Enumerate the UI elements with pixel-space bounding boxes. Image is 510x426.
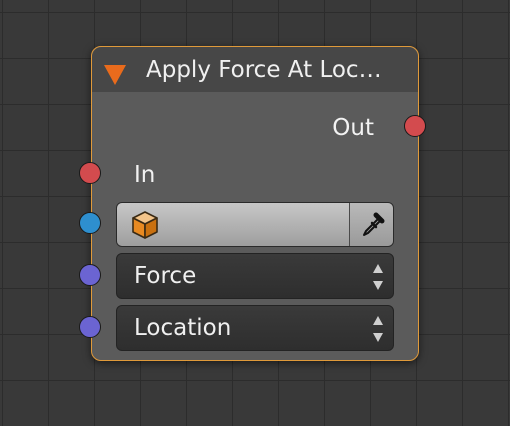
node-title: Apply Force At Loc… (146, 57, 382, 83)
force-dropdown-label: Force (134, 263, 197, 289)
object-socket[interactable] (79, 212, 101, 234)
eyedropper-button[interactable] (349, 203, 393, 246)
input-socket-label: In (134, 162, 156, 188)
location-dropdown[interactable]: Location (116, 305, 394, 351)
apply-force-at-location-node[interactable]: Apply Force At Loc… Out In Force Locatio… (91, 46, 419, 361)
location-socket[interactable] (79, 316, 101, 338)
object-selector[interactable] (117, 203, 349, 246)
input-socket[interactable] (79, 162, 101, 184)
eyedropper-icon (363, 212, 385, 236)
object-field[interactable] (116, 202, 394, 247)
force-dropdown[interactable]: Force (116, 253, 394, 299)
output-socket[interactable] (404, 115, 426, 137)
location-dropdown-label: Location (134, 315, 232, 341)
collapse-arrow-icon[interactable] (104, 65, 126, 85)
node-header[interactable]: Apply Force At Loc… (92, 47, 418, 92)
node-editor-canvas[interactable]: Apply Force At Loc… Out In Force Locatio… (0, 0, 510, 426)
up-down-arrows-icon (373, 316, 383, 342)
output-socket-label: Out (332, 115, 374, 141)
force-socket[interactable] (79, 264, 101, 286)
object-cube-icon (132, 211, 158, 239)
up-down-arrows-icon (373, 264, 383, 290)
